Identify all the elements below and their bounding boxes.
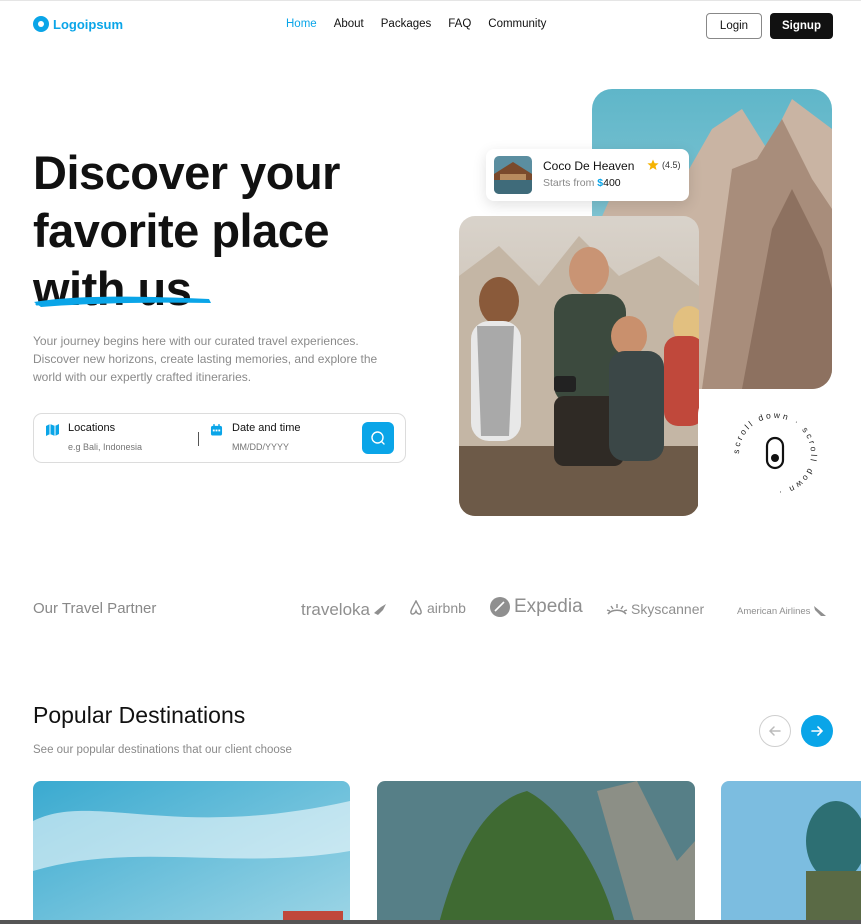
card-price: Starts from $400	[543, 177, 621, 189]
search-divider	[198, 432, 199, 446]
partner-name: airbnb	[427, 600, 466, 616]
partner-name: American Airlines	[737, 605, 811, 617]
eagle-icon	[814, 606, 827, 616]
location-label: Locations	[68, 422, 116, 434]
globe-icon	[490, 597, 510, 617]
partner-expedia: Expedia	[489, 596, 583, 618]
hero-description: Your journey begins here with our curate…	[33, 334, 378, 384]
partner-name: Expedia	[514, 596, 583, 617]
card-title: Coco De Heaven	[543, 159, 635, 173]
carousel-next-button[interactable]	[801, 715, 833, 747]
destination-photo	[377, 781, 695, 924]
logo-icon	[33, 16, 49, 32]
menu-faq[interactable]: FAQ	[448, 18, 471, 30]
mouse-icon	[765, 436, 785, 470]
menu-packages[interactable]: Packages	[381, 18, 432, 30]
destination-card-1[interactable]	[33, 781, 350, 924]
card-price-amount: 400	[603, 177, 621, 189]
star-icon	[647, 159, 659, 170]
map-icon	[46, 424, 59, 436]
search-button[interactable]	[362, 422, 394, 454]
partners-title: Our Travel Partner	[33, 600, 157, 617]
bottom-scrollbar	[0, 920, 861, 924]
partner-american-airlines: American Airlines	[737, 604, 827, 618]
hero-title-line: favorite place	[33, 204, 330, 257]
partner-airbnb: airbnb	[408, 600, 466, 616]
arrow-right-icon	[811, 726, 824, 736]
menu-about[interactable]: About	[334, 18, 364, 30]
hero-title-line: Discover your	[33, 146, 340, 199]
card-rating: (4.5)	[647, 159, 681, 171]
friends-photo	[459, 216, 699, 516]
card-thumbnail	[494, 156, 532, 194]
partner-name: Skyscanner	[631, 601, 705, 617]
airbnb-icon	[410, 600, 422, 615]
card-price-prefix: Starts from	[543, 177, 598, 189]
destination-card-3[interactable]	[721, 781, 861, 924]
sunrise-icon	[606, 604, 628, 615]
rating-value: (4.5)	[662, 160, 681, 170]
svg-text:scroll down · scroll down ·: scroll down · scroll down ·	[731, 410, 819, 498]
destination-card[interactable]: Coco De Heaven Starts from $400 (4.5)	[486, 149, 689, 201]
destination-photo	[721, 781, 861, 924]
main-menu: Home About Packages FAQ Community	[286, 18, 563, 30]
resort-thumbnail	[494, 156, 532, 194]
partner-skyscanner: Skyscanner	[606, 601, 704, 617]
logo-text: Logoipsum	[53, 16, 124, 32]
logo[interactable]: Logoipsum	[33, 16, 123, 32]
destination-card-2[interactable]	[377, 781, 695, 924]
date-input[interactable]	[232, 442, 362, 452]
brush-underline	[34, 296, 211, 307]
login-button[interactable]: Login	[706, 13, 762, 39]
partner-traveloka: traveloka	[301, 600, 387, 620]
hero-image-friends	[459, 216, 699, 516]
destination-photo	[33, 781, 350, 924]
date-label: Date and time	[232, 422, 301, 434]
scroll-down-indicator[interactable]: scroll down · scroll down ·	[726, 405, 824, 503]
calendar-icon	[210, 424, 223, 436]
arrow-left-icon	[768, 726, 781, 736]
location-input[interactable]	[68, 442, 198, 452]
scroll-ring-text: scroll down · scroll down ·	[731, 410, 817, 498]
menu-community[interactable]: Community	[488, 18, 546, 30]
section-title: Popular Destinations	[33, 702, 246, 728]
bird-icon	[373, 604, 386, 615]
search-bar: Locations Date and time	[33, 413, 406, 463]
partner-name: traveloka	[301, 600, 370, 619]
navbar: Logoipsum Home About Packages FAQ Commun…	[0, 0, 861, 48]
search-icon	[371, 431, 385, 445]
section-subtitle: See our popular destinations that our cl…	[33, 744, 292, 756]
signup-button[interactable]: Signup	[770, 13, 833, 39]
menu-home[interactable]: Home	[286, 18, 317, 30]
carousel-prev-button[interactable]	[759, 715, 791, 747]
